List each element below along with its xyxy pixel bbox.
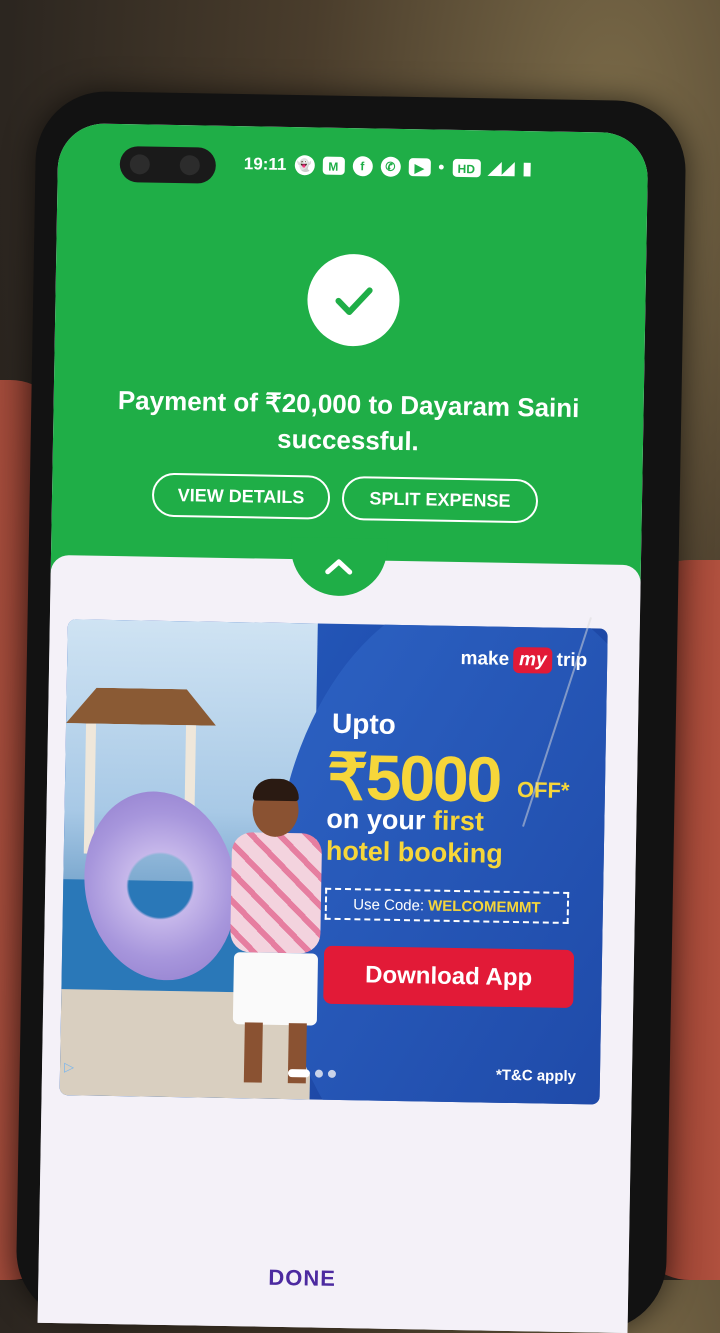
dot-icon: •: [438, 157, 445, 177]
chevron-up-icon: [325, 559, 353, 575]
youtube-icon: ▶: [408, 158, 431, 177]
person-shirt: [230, 832, 323, 954]
m-icon: M: [322, 156, 345, 175]
done-button[interactable]: DONE: [268, 1265, 336, 1292]
phone-icon: ✆: [380, 156, 401, 177]
person-leg: [243, 1022, 263, 1083]
battery-icon: ▮: [522, 159, 532, 179]
split-expense-button[interactable]: SPLIT EXPENSE: [341, 475, 539, 524]
promo-code-value: WELCOMEMMT: [427, 897, 541, 916]
snapchat-icon: 👻: [294, 155, 315, 176]
status-time: 19:11: [243, 154, 287, 174]
makemytrip-logo: make my trip: [460, 646, 587, 674]
logo-make: make: [460, 648, 510, 670]
ad-banner[interactable]: make my trip Upto ₹5000 OFF* on your fir…: [59, 619, 608, 1105]
terms-text: *T&C apply: [495, 1066, 577, 1086]
carousel-dot-active[interactable]: [287, 1069, 311, 1078]
download-app-button[interactable]: Download App: [323, 945, 575, 1009]
ad-line1: on your first: [326, 804, 484, 838]
carousel-dot[interactable]: [314, 1069, 324, 1078]
promo-code-box: Use Code: WELCOMEMMT: [324, 887, 570, 924]
logo-my: my: [512, 646, 553, 674]
person-shorts: [232, 952, 319, 1026]
carousel-indicator: [287, 1069, 337, 1078]
ad-line2: hotel booking: [325, 835, 504, 869]
volte-icon: HD: [452, 158, 481, 178]
front-camera: [119, 146, 217, 184]
ad-off: OFF*: [516, 777, 570, 803]
carousel-dot[interactable]: [327, 1069, 337, 1078]
ad-line1-highlight: first: [432, 805, 485, 837]
success-header: 19:11 👻 M f ✆ ▶ • HD ◢◢ ▮ Payment of ₹20…: [50, 122, 649, 584]
facebook-icon: f: [352, 156, 373, 177]
success-check-icon: [306, 253, 401, 347]
ad-line1-prefix: on your: [326, 803, 426, 836]
promo-code-label: Use Code:: [353, 895, 425, 914]
payment-message: Payment of ₹20,000 to Dayaram Saini succ…: [117, 385, 580, 457]
signal-icon: ◢◢: [488, 158, 515, 178]
phone-screen: 19:11 👻 M f ✆ ▶ • HD ◢◢ ▮ Payment of ₹20…: [37, 122, 649, 1333]
view-details-button[interactable]: VIEW DETAILS: [151, 472, 331, 520]
ad-choices-icon[interactable]: ▷: [64, 1059, 74, 1075]
ad-upto: Upto: [331, 707, 397, 740]
status-bar: 19:11 👻 M f ✆ ▶ • HD ◢◢ ▮: [244, 154, 532, 179]
